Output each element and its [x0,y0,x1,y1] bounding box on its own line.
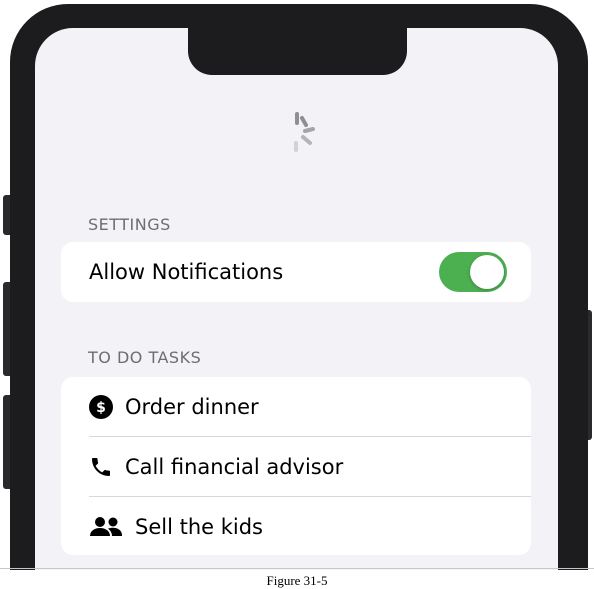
people-icon [89,515,123,539]
tasks-section-header: TO DO TASKS [88,348,202,367]
task-label: Call financial advisor [125,454,344,479]
activity-spinner-icon [294,112,315,152]
figure-divider [0,568,594,569]
task-row[interactable]: Sell the kids [61,497,531,556]
allow-notifications-toggle[interactable] [439,252,507,292]
phone-icon [89,455,113,479]
task-label: Order dinner [125,394,259,419]
allow-notifications-row: Allow Notifications [61,242,531,301]
dollar-circle-icon: $ [89,394,113,419]
phone-screen: SETTINGS Allow Notifications TO DO TASKS… [35,28,558,570]
allow-notifications-label: Allow Notifications [89,259,284,284]
svg-text:$: $ [96,400,106,416]
task-label: Sell the kids [135,514,263,539]
task-row[interactable]: $ Order dinner [61,377,531,436]
notch [188,28,407,75]
tasks-group: $ Order dinner Call financial advisor Se… [61,377,531,555]
toggle-knob [470,255,504,289]
task-row[interactable]: Call financial advisor [61,437,531,496]
settings-group: Allow Notifications [61,242,531,302]
settings-section-header: SETTINGS [88,215,171,234]
figure-caption: Figure 31-5 [266,573,328,588]
